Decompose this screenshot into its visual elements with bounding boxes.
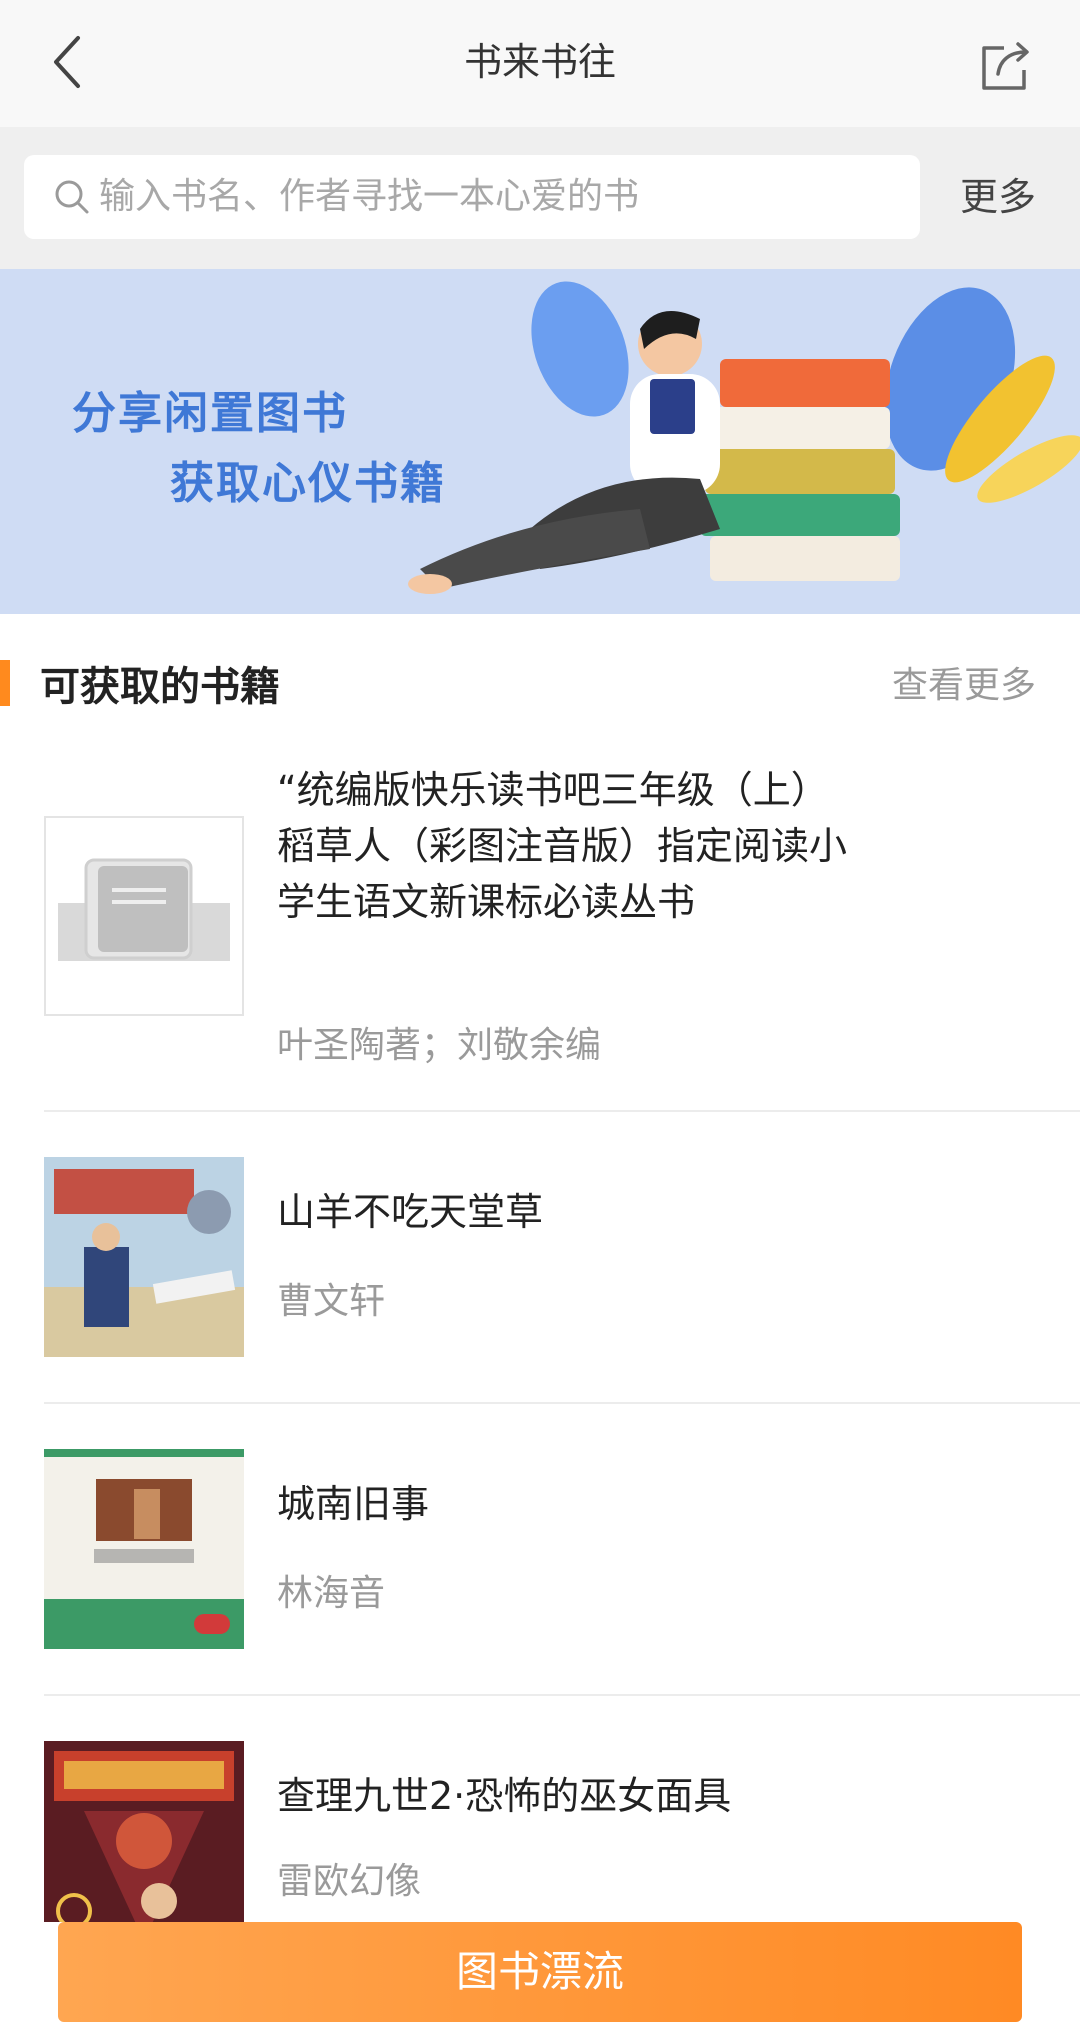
search-input[interactable]: 输入书名、作者寻找一本心爱的书 — [99, 155, 899, 239]
section-header: 可获取的书籍 查看更多 — [0, 614, 1080, 744]
share-icon — [982, 42, 1029, 90]
book-author: 曹文轩 — [277, 1281, 386, 1322]
search-icon — [55, 180, 89, 214]
book-cover — [44, 1157, 244, 1357]
book-cover-image — [44, 1157, 244, 1357]
section-accent-bar — [0, 660, 10, 706]
book-title: 查理九世2·恐怖的巫女面具 — [277, 1774, 732, 1818]
book-cover — [44, 816, 244, 1016]
book-title: “统编版快乐读书吧三年级（上）稻草人（彩图注音版）指定阅读小学生语文新课标必读丛… — [277, 768, 848, 924]
book-author: 雷欧幻像 — [277, 1861, 422, 1902]
book-cover-image — [44, 1741, 244, 1922]
book-author: 叶圣陶著；刘敬余编 — [277, 1025, 602, 1066]
search-box[interactable]: 输入书名、作者寻找一本心爱的书 — [24, 155, 920, 239]
book-drift-button[interactable]: 图书漂流 — [58, 1922, 1022, 2022]
book-title: 城南旧事 — [277, 1482, 430, 1526]
book-list-item[interactable]: 查理九世2·恐怖的巫女面具 雷欧幻像 — [0, 1696, 1080, 1922]
view-more-link[interactable]: 查看更多 — [892, 656, 1036, 708]
book-cover — [44, 1449, 244, 1649]
book-cover — [44, 1741, 244, 1922]
top-nav-bar: 书来书往 — [0, 0, 1080, 127]
book-list-item[interactable]: 山羊不吃天堂草 曹文轩 — [0, 1112, 1080, 1402]
more-button[interactable]: 更多 — [960, 155, 1036, 239]
book-list-item[interactable]: “统编版快乐读书吧三年级（上）稻草人（彩图注音版）指定阅读小学生语文新课标必读丛… — [0, 744, 1080, 1110]
placeholder-book-icon — [58, 858, 230, 961]
promo-banner[interactable]: 分享闲置图书 获取心仪书籍 — [0, 269, 1080, 614]
share-button[interactable] — [970, 30, 1040, 100]
book-cover-image — [44, 1449, 244, 1649]
book-author: 林海音 — [277, 1573, 386, 1614]
page-title: 书来书往 — [463, 40, 616, 84]
banner-headline: 分享闲置图书 — [72, 388, 348, 439]
book-list-item[interactable]: 城南旧事 林海音 — [0, 1404, 1080, 1694]
book-title: 山羊不吃天堂草 — [277, 1190, 544, 1234]
search-bar: 输入书名、作者寻找一本心爱的书 更多 — [0, 127, 1080, 269]
reading-person-illustration — [408, 281, 1080, 594]
section-title: 可获取的书籍 — [40, 664, 280, 710]
